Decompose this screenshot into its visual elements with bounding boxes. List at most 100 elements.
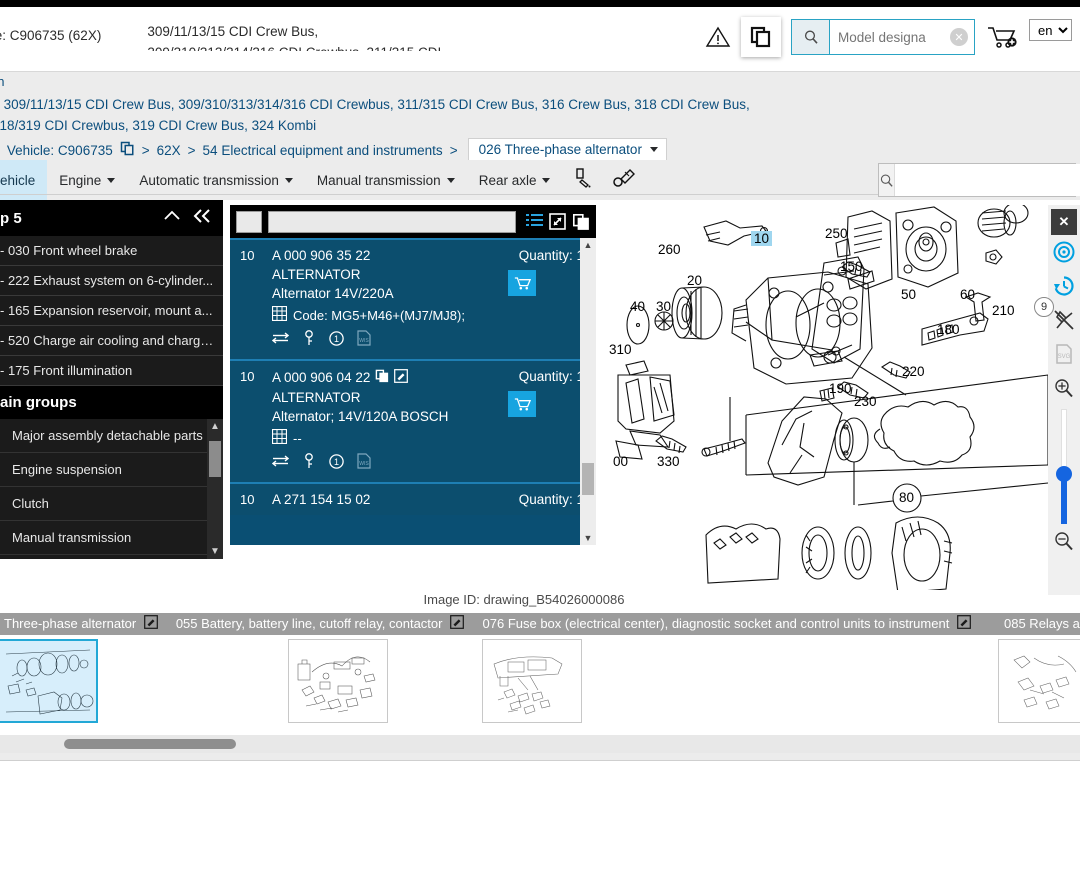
add-to-cart-button[interactable]: [508, 270, 536, 296]
sidebar-scrollbar[interactable]: ▲ ▼: [207, 419, 223, 559]
copy-icon[interactable]: [572, 213, 590, 231]
thumbnail-horizontal-scrollbar[interactable]: [0, 735, 1080, 753]
breadcrumb-item-62x[interactable]: 62X: [157, 143, 181, 158]
zoom-out-icon[interactable]: [1048, 524, 1080, 558]
edit-icon[interactable]: [144, 615, 159, 632]
warning-triangle-icon[interactable]: [705, 24, 731, 50]
diagram-callout[interactable]: 40: [630, 299, 645, 314]
clear-icon[interactable]: ✕: [950, 28, 968, 46]
swap-icon[interactable]: [271, 331, 290, 350]
parts-list-row[interactable]: 10 A 000 906 04 22 Quantity: 1: [230, 359, 596, 482]
breadcrumb-item-vehicle[interactable]: Vehicle: C906735: [7, 143, 113, 158]
parts-list-row[interactable]: 10 A 271 154 15 02 Quantity: 1: [230, 482, 596, 515]
diagram-callout[interactable]: 50: [901, 287, 916, 302]
diagram-callout[interactable]: 260: [658, 242, 681, 257]
diagram-callout[interactable]: 20: [687, 273, 702, 288]
parts-list-scrollbar[interactable]: ▲ ▼: [580, 238, 596, 545]
expand-icon[interactable]: [549, 213, 566, 230]
edit-icon[interactable]: [957, 615, 972, 632]
thumbnail-image[interactable]: [0, 639, 98, 723]
wis-icon[interactable]: WIS: [357, 453, 371, 474]
parts-filter-input-box[interactable]: [268, 210, 516, 233]
language-select[interactable]: en: [1029, 19, 1072, 41]
sidebar-item-222[interactable]: - 222 Exhaust system on 6-cylinder...: [0, 266, 223, 296]
key-icon[interactable]: [302, 330, 316, 351]
model-search-input[interactable]: [830, 20, 950, 54]
search-icon[interactable]: [879, 164, 895, 196]
scroll-up-icon[interactable]: ▲: [580, 240, 596, 250]
exploded-view-diagram[interactable]: 260 10 250 150 20 50 60 40 30 210 180 31…: [596, 205, 1048, 590]
scroll-down-icon[interactable]: ▼: [580, 533, 596, 543]
diagram-callout[interactable]: 250: [825, 226, 848, 241]
sidebar-item-030[interactable]: - 030 Front wheel brake: [0, 236, 223, 266]
diagram-callout[interactable]: 30: [656, 299, 671, 314]
sidebar-item-520[interactable]: - 520 Charge air cooling and charge...: [0, 326, 223, 356]
copy-icon[interactable]: [375, 369, 389, 386]
sidebar-item-175[interactable]: - 175 Front illumination: [0, 356, 223, 386]
diagram-callout[interactable]: 190: [829, 381, 852, 396]
sidebar-group-clutch[interactable]: Clutch: [0, 487, 223, 521]
diagram-callout[interactable]: 180: [937, 322, 960, 337]
breadcrumb-group-dropdown[interactable]: 026 Three-phase alternator: [467, 138, 667, 162]
edit-icon[interactable]: [394, 369, 409, 386]
parts-list-row[interactable]: 10 A 000 906 35 22 Quantity: 1 ALTERNATO…: [230, 238, 596, 359]
diagram-callout[interactable]: 150: [840, 259, 863, 274]
menu-item-engine[interactable]: Engine: [47, 173, 127, 188]
diagram-callout[interactable]: 230: [854, 394, 877, 409]
sidebar-group-automatic-transmission[interactable]: Automatic transmission: [0, 555, 223, 559]
diagram-callout[interactable]: 310: [609, 342, 632, 357]
target-icon[interactable]: [1048, 235, 1080, 269]
menu-item-manual-transmission[interactable]: Manual transmission: [305, 173, 467, 188]
scrollbar-thumb[interactable]: [209, 441, 221, 477]
paint-spray-icon[interactable]: [572, 166, 596, 195]
menu-item-rear-axle[interactable]: Rear axle: [467, 173, 563, 188]
double-chevron-left-icon[interactable]: [193, 208, 213, 228]
info-circle-icon[interactable]: 1: [329, 330, 344, 351]
thumbnail-image[interactable]: [998, 639, 1080, 723]
chevron-up-icon[interactable]: [163, 209, 181, 227]
search-icon[interactable]: [792, 20, 830, 54]
key-icon[interactable]: [302, 453, 316, 474]
copy-icon[interactable]: [741, 17, 781, 57]
wis-icon[interactable]: WIS: [357, 330, 371, 351]
close-icon[interactable]: ✕: [1051, 209, 1077, 235]
sidebar-group-major-assembly[interactable]: Major assembly detachable parts: [0, 419, 223, 453]
menu-item-automatic-transmission[interactable]: Automatic transmission: [127, 173, 305, 188]
diagram-callout[interactable]: 9: [1034, 297, 1054, 317]
breadcrumb-item-electrical[interactable]: 54 Electrical equipment and instruments: [203, 143, 443, 158]
swap-icon[interactable]: [271, 454, 290, 473]
scrollbar-thumb[interactable]: [64, 739, 236, 749]
thumbnail-item-three-phase-alternator[interactable]: Three-phase alternator: [0, 613, 170, 723]
sidebar-group-manual-transmission[interactable]: Manual transmission: [0, 521, 223, 555]
diagram-callout[interactable]: 80: [899, 490, 914, 505]
thumbnail-item-055-battery[interactable]: 055 Battery, battery line, cutoff relay,…: [169, 613, 477, 723]
scrollbar-thumb[interactable]: [582, 463, 594, 495]
menubar-search-input[interactable]: [895, 164, 1080, 196]
zoom-slider[interactable]: [1048, 409, 1080, 524]
thumbnail-image[interactable]: [481, 639, 582, 723]
zoom-slider-handle[interactable]: [1056, 466, 1072, 482]
diagram-callout[interactable]: 220: [902, 364, 925, 379]
diagram-callout[interactable]: 210: [992, 303, 1015, 318]
diagram-callout[interactable]: 60: [960, 287, 975, 302]
thumbnail-image[interactable]: [287, 639, 388, 723]
cart-add-icon[interactable]: [985, 22, 1019, 52]
svg-export-icon[interactable]: SVG: [1048, 337, 1080, 371]
diagram-callout-selected[interactable]: 10: [751, 231, 773, 246]
thumbnail-item-076-fuse-box[interactable]: 076 Fuse box (electrical center), diagno…: [476, 613, 998, 723]
thumbnail-item-085-relays[interactable]: 085 Relays an: [998, 613, 1080, 723]
diagram-callout[interactable]: 00: [613, 454, 628, 469]
tool-icon[interactable]: [612, 166, 638, 195]
scroll-down-icon[interactable]: ▼: [210, 544, 220, 559]
edit-icon[interactable]: [450, 615, 465, 632]
zoom-in-icon[interactable]: [1048, 371, 1080, 405]
scroll-up-icon[interactable]: ▲: [210, 419, 220, 434]
history-reset-icon[interactable]: [1048, 269, 1080, 303]
sidebar-group-engine-suspension[interactable]: Engine suspension: [0, 453, 223, 487]
diagram-callout[interactable]: 330: [657, 454, 680, 469]
add-to-cart-button[interactable]: [508, 391, 536, 417]
parts-filter-prefix-box[interactable]: [236, 210, 262, 233]
copy-icon[interactable]: [120, 141, 135, 159]
list-view-icon[interactable]: [526, 213, 543, 230]
info-circle-icon[interactable]: 1: [329, 453, 344, 474]
